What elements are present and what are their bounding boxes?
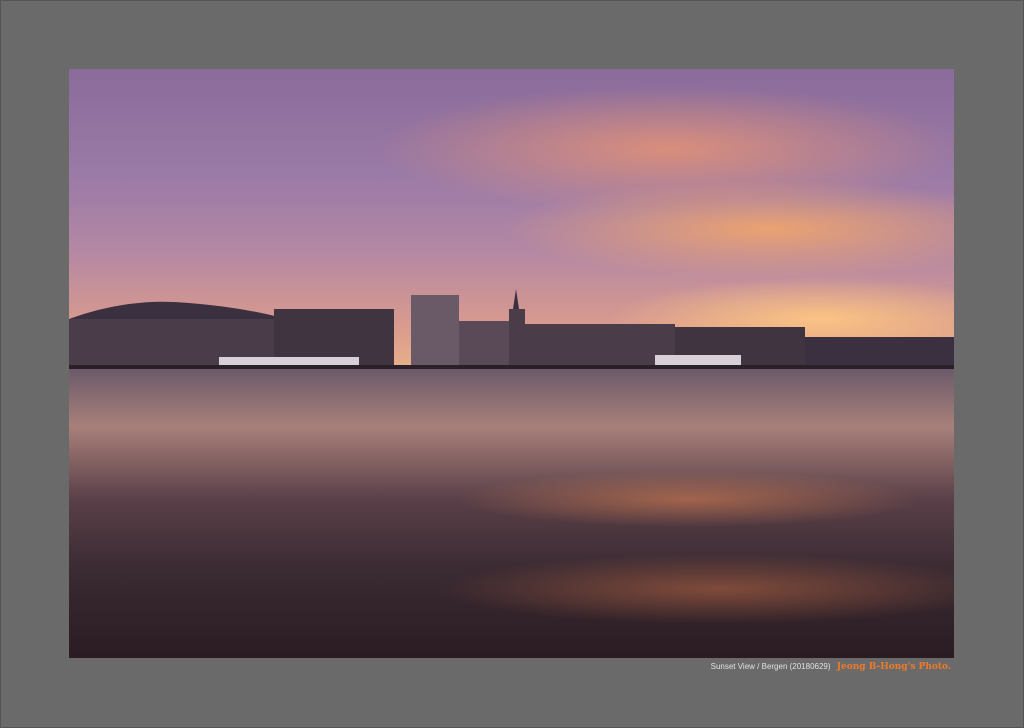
caption-text: Sunset View / Bergen (20180629) (710, 662, 831, 671)
city-skyline (69, 289, 954, 371)
photo-caption: Sunset View / Bergen (20180629) Jeong B-… (711, 662, 951, 672)
photo (69, 69, 954, 658)
harbor-water-reflection (69, 369, 954, 658)
photographer-signature: Jeong B-Hong's Photo. (836, 662, 951, 672)
